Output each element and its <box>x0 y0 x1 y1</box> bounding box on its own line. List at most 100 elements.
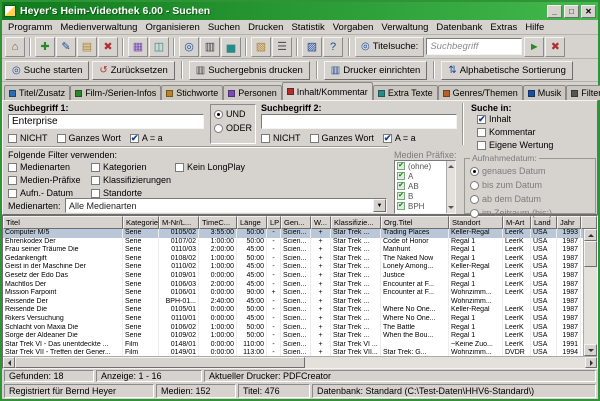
menu-item-statistik[interactable]: Statistik <box>287 22 328 33</box>
media-new-icon[interactable]: ✚ <box>35 37 55 57</box>
titelsuche-input[interactable] <box>426 38 522 55</box>
column-header-klassifizie[interactable]: Klassifizie... <box>331 216 381 229</box>
radio-ab-dem-datum[interactable]: ab dem Datum <box>470 194 541 204</box>
checkbox-klassifizierungen[interactable]: Klassifizierungen <box>91 175 171 185</box>
drucker-einrichten-button[interactable]: ▥Drucker einrichten <box>324 61 428 80</box>
titelsuche-button[interactable]: ◎ Titelsuche: <box>355 37 424 57</box>
checkbox-a-a[interactable]: ✔A = a <box>130 133 163 143</box>
scroll-left-icon[interactable] <box>3 357 15 368</box>
menu-item-organisieren[interactable]: Organisieren <box>141 22 203 33</box>
search-go-icon[interactable]: ► <box>524 37 544 57</box>
column-header-timec[interactable]: TimeC... <box>199 216 237 229</box>
table-row[interactable]: Star Trek VII - Treffen der Gener...Film… <box>3 349 583 356</box>
maximize-button[interactable]: □ <box>564 5 579 18</box>
menu-item-hilfe[interactable]: Hilfe <box>521 22 548 33</box>
vertical-scrollbar[interactable] <box>583 229 597 356</box>
settings-icon[interactable]: ☰ <box>272 37 292 57</box>
tab-film-serien-infos[interactable]: Film-/Serien-Infos <box>70 85 161 100</box>
checkbox-inhalt[interactable]: ✔Inhalt <box>477 114 511 124</box>
table-row[interactable]: Rikers VersuchungSerie0110/010:00:0045:0… <box>3 315 583 324</box>
checkbox-eigene-wertung[interactable]: Eigene Wertung <box>477 140 553 150</box>
search-icon[interactable]: ◎ <box>179 37 199 57</box>
table-row[interactable]: Sorge der Aldeaner DieSerie0109/021:00:0… <box>3 332 583 341</box>
database-icon[interactable]: ▨ <box>302 37 322 57</box>
statistics-icon[interactable]: ▅ <box>221 37 241 57</box>
table-row[interactable]: Star Trek VI - Das unentdeckte ...Film01… <box>3 341 583 350</box>
column-header-kategorie[interactable]: Kategorie <box>123 216 159 229</box>
table-row[interactable]: Mission FarpointSerie0106/010:00:0090:00… <box>3 289 583 298</box>
praefixe-list[interactable]: ✔(ohne)✔A✔AB✔B✔BPH <box>394 160 456 214</box>
column-header-org-titel[interactable]: Org.Titel <box>381 216 449 229</box>
zuruecksetzen-button[interactable]: ↺Zurücksetzen <box>92 61 174 80</box>
scrollbar-thumb[interactable] <box>15 357 305 368</box>
column-header-lp[interactable]: LP <box>267 216 281 229</box>
media-delete-icon[interactable]: ✖ <box>98 37 118 57</box>
tab-musik[interactable]: Musik <box>523 85 567 100</box>
table-row[interactable]: Gesetz der Edo DasSerie0109/010:00:0045:… <box>3 272 583 281</box>
menu-item-datenbank[interactable]: Datenbank <box>432 22 486 33</box>
tab-stichworte[interactable]: Stichworte <box>161 85 223 100</box>
suche-starten-button[interactable]: ◎Suche starten <box>5 61 89 80</box>
tab-personen[interactable]: Personen <box>223 85 282 100</box>
checkbox-ganzes-wort[interactable]: Ganzes Wort <box>310 133 374 143</box>
column-header-w[interactable]: W... <box>311 216 331 229</box>
help-icon[interactable]: ? <box>323 37 343 57</box>
praefixe-scrollbar[interactable] <box>446 161 455 213</box>
table-row[interactable]: Computer M/5Serie0105/023:55:0050:00-Sci… <box>3 229 583 238</box>
print-icon[interactable]: ▥ <box>200 37 220 57</box>
checkbox-medienarten[interactable]: Medienarten <box>8 162 70 172</box>
checkbox-kommentar[interactable]: Kommentar <box>477 127 536 137</box>
checkbox-ganzes-wort[interactable]: Ganzes Wort <box>57 133 121 143</box>
table-row[interactable]: Schlacht von Maxia DieSerie0106/021:00:0… <box>3 324 583 333</box>
defaults-icon[interactable]: ▧ <box>251 37 271 57</box>
radio-genaues-datum[interactable]: genaues Datum <box>470 166 546 176</box>
table-row[interactable]: Reisende DieSerie0105/010:00:0050:00-Sci… <box>3 306 583 315</box>
table-row[interactable]: Geist in der Maschine DerSerie0110/021:0… <box>3 263 583 272</box>
exit-icon[interactable]: ⌂ <box>5 37 25 57</box>
organize-icon[interactable]: ▦ <box>128 37 148 57</box>
column-header-länge[interactable]: Länge <box>237 216 267 229</box>
checkbox-a-a[interactable]: ✔A = a <box>383 133 416 143</box>
checkbox-kein-longplay[interactable]: Kein LongPlay <box>175 162 245 172</box>
table-row[interactable]: Ehrenkodex DerSerie0107/021:00:0050:00-S… <box>3 238 583 247</box>
checkbox-nicht[interactable]: NICHT <box>261 133 301 143</box>
media-list-icon[interactable]: ▤ <box>77 37 97 57</box>
scroll-up-icon[interactable] <box>584 229 597 241</box>
column-header-gen[interactable]: Gen... <box>281 216 311 229</box>
suchergebnis-drucken-button[interactable]: ▥Suchergebnis drucken <box>189 61 310 80</box>
column-header-m-nr-l[interactable]: M-Nr/L... <box>159 216 199 229</box>
scroll-right-icon[interactable] <box>585 357 597 368</box>
menu-item-programm[interactable]: Programm <box>4 22 56 33</box>
checkbox-medien-präfixe[interactable]: Medien-Präfixe <box>8 175 81 185</box>
tab-filter[interactable]: Filter <box>566 85 600 100</box>
radio-bis-zum-datum[interactable]: bis zum Datum <box>470 180 542 190</box>
close-button[interactable]: ✕ <box>581 5 596 18</box>
menu-item-verwaltung[interactable]: Verwaltung <box>377 22 432 33</box>
tab-genres-themen[interactable]: Genres/Themen <box>438 85 523 100</box>
menu-item-medienverwaltung[interactable]: Medienverwaltung <box>56 22 141 33</box>
radio-und[interactable]: UND <box>214 109 246 119</box>
table-row[interactable]: Machtlos DerSerie0106/032:00:0045:00-Sci… <box>3 281 583 290</box>
menu-item-suchen[interactable]: Suchen <box>204 22 244 33</box>
suchbegriff2-input[interactable] <box>261 114 457 129</box>
categories-icon[interactable]: ◫ <box>149 37 169 57</box>
minimize-button[interactable]: _ <box>547 5 562 18</box>
column-header-titel[interactable]: Titel <box>3 216 123 229</box>
suchbegriff1-input[interactable] <box>8 114 204 129</box>
checkbox-standorte[interactable]: Standorte <box>91 188 142 198</box>
table-row[interactable]: Frau seiner Träume DieSerie0110/032:00:0… <box>3 246 583 255</box>
scrollbar-thumb[interactable] <box>584 241 597 267</box>
horizontal-scrollbar[interactable] <box>3 356 597 368</box>
checkbox-nicht[interactable]: NICHT <box>8 133 48 143</box>
tab-titel-zusatz[interactable]: Titel/Zusatz <box>4 85 70 100</box>
checkbox-kategorien[interactable]: Kategorien <box>91 162 147 172</box>
alphabetische-sortierung-button[interactable]: ⇅Alphabetische Sortierung <box>441 61 573 80</box>
menu-item-drucken[interactable]: Drucken <box>244 22 287 33</box>
tab-extra-texte[interactable]: Extra Texte <box>373 85 438 100</box>
table-row[interactable]: GedankengiftSerie0108/021:00:0050:00-Sci… <box>3 255 583 264</box>
media-edit-icon[interactable]: ✎ <box>56 37 76 57</box>
radio-oder[interactable]: ODER <box>214 123 252 133</box>
checkbox-aufn-datum[interactable]: Aufn.- Datum <box>8 188 73 198</box>
medienarten-dropdown[interactable]: Alle Medienarten ▼ <box>65 198 387 213</box>
table-row[interactable]: Reisende DerSerieBPH-01...2:40:0045:00-S… <box>3 298 583 307</box>
